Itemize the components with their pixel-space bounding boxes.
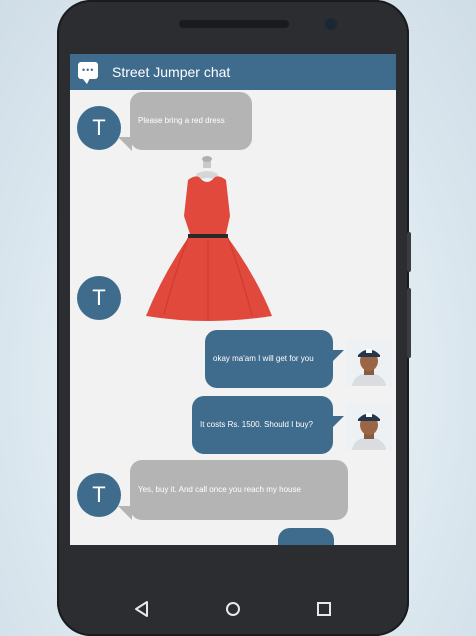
front-camera	[325, 18, 337, 30]
person-icon	[346, 340, 392, 386]
chat-icon: •••	[78, 62, 98, 84]
message-bubble-incoming: Please bring a red dress	[130, 92, 252, 150]
person-icon	[346, 404, 392, 450]
user-avatar-photo	[346, 404, 392, 450]
message-text: Please bring a red dress	[138, 116, 225, 125]
earpiece-speaker	[179, 20, 289, 28]
message-bubble-incoming: Yes, buy it. And call once you reach my …	[130, 460, 348, 520]
red-dress-photo	[146, 156, 272, 321]
message-text: Yes, buy it. And call once you reach my …	[138, 485, 301, 494]
dress-skirt	[146, 238, 272, 321]
dress-belt	[188, 234, 228, 238]
volume-button	[407, 232, 411, 272]
user-avatar-photo	[346, 340, 392, 386]
message-text: okay ma'am I will get for you	[213, 354, 314, 363]
power-button	[407, 288, 411, 358]
mannequin-knob	[202, 156, 212, 162]
navigation-bar	[70, 589, 396, 629]
nav-home-icon[interactable]	[221, 597, 245, 621]
message-text: It costs Rs. 1500. Should I buy?	[200, 420, 313, 429]
dress-bodice	[184, 176, 230, 234]
app-title: Street Jumper chat	[112, 64, 231, 80]
nav-back-icon[interactable]	[130, 597, 154, 621]
message-bubble-outgoing: okay ma'am I will get for you	[205, 330, 333, 388]
nav-recents-icon[interactable]	[312, 597, 336, 621]
message-bubble-outgoing: It costs Rs. 1500. Should I buy?	[192, 396, 333, 454]
contact-avatar: T	[77, 473, 121, 517]
bubble-tail	[330, 350, 344, 364]
chat-screen: ••• Street Jumper chat T Please bring a …	[70, 54, 396, 545]
contact-avatar: T	[77, 106, 121, 150]
bubble-tail	[330, 416, 344, 430]
message-bubble-outgoing-partial	[278, 528, 334, 545]
app-bar: ••• Street Jumper chat	[70, 54, 396, 90]
contact-avatar: T	[77, 276, 121, 320]
